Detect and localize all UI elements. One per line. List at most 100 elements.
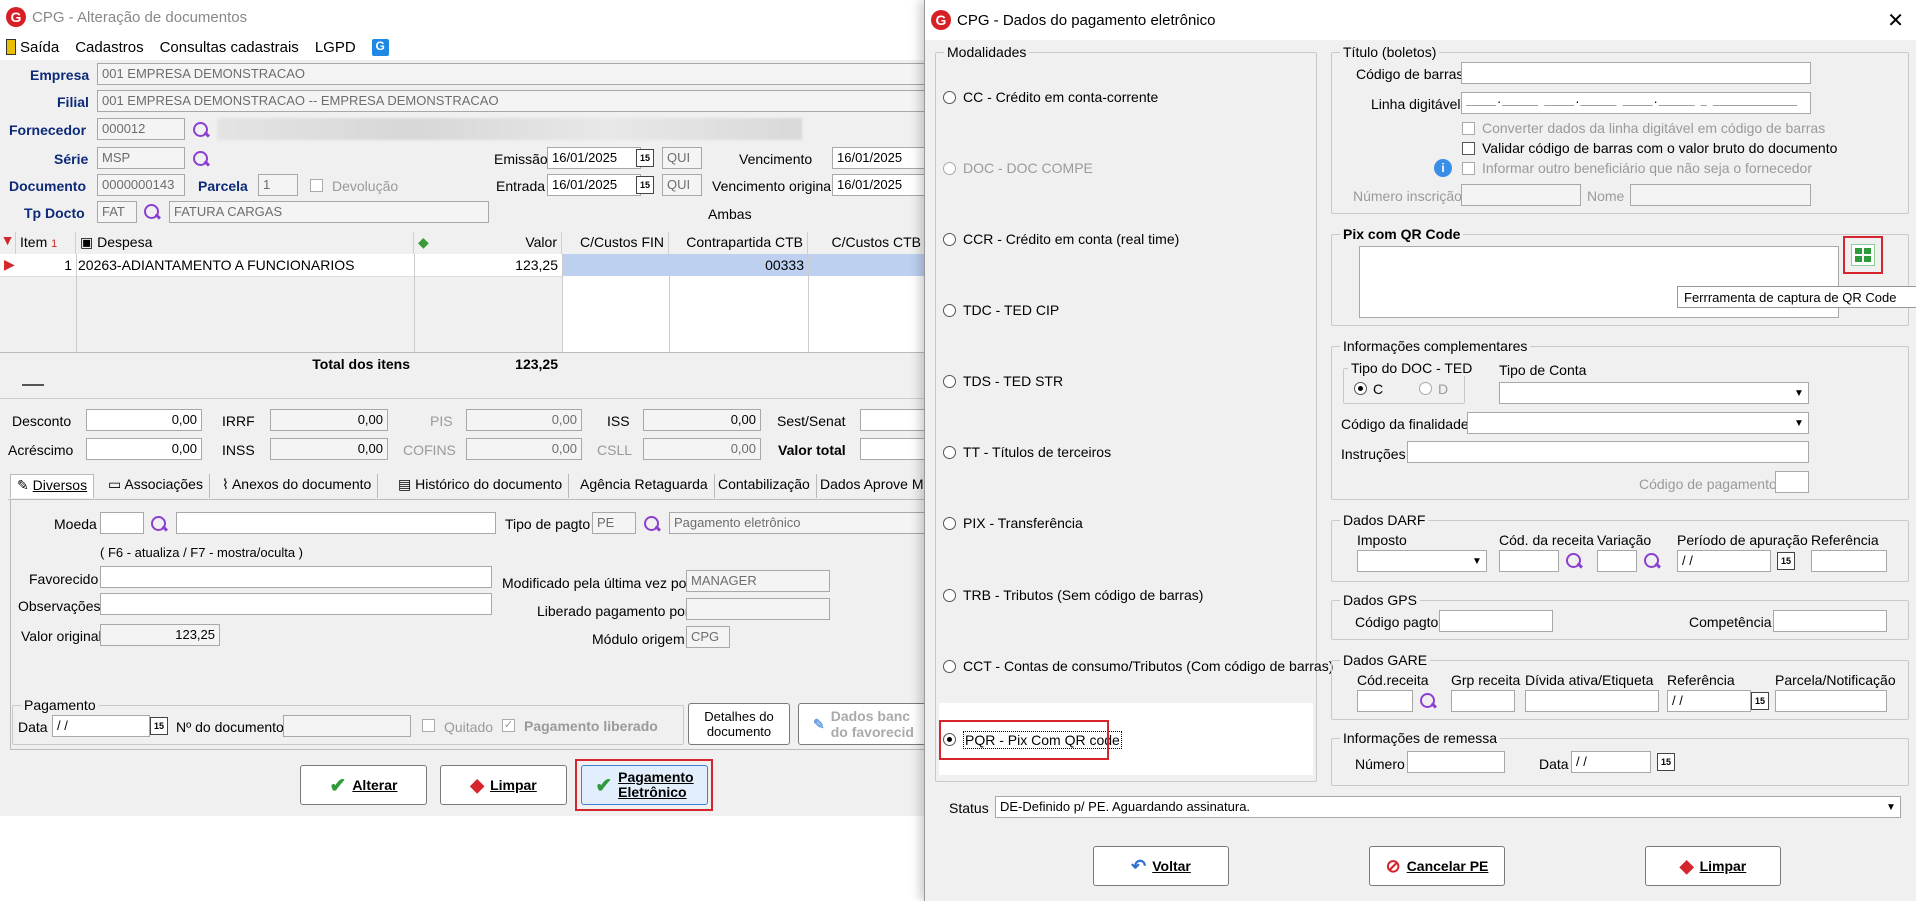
tipopagto-field[interactable]: PE — [592, 512, 636, 534]
modalidade-pix[interactable]: PIX - Transferência — [963, 515, 1083, 531]
filial-field[interactable]: 001 EMPRESA DEMONSTRACAO -- EMPRESA DEMO… — [97, 90, 926, 112]
observacoes-field[interactable] — [100, 593, 492, 615]
codpagto-field[interactable] — [1439, 610, 1553, 632]
moeda-search-icon[interactable] — [150, 515, 168, 533]
limpar-button[interactable]: ◆ Limpar — [440, 765, 567, 805]
validar-label[interactable]: Validar código de barras com o valor bru… — [1482, 140, 1837, 156]
inss-field[interactable]: 0,00 — [270, 438, 388, 460]
competencia-field[interactable] — [1773, 610, 1887, 632]
codbarras-field[interactable] — [1461, 62, 1811, 84]
alterar-button[interactable]: ✔ Alterar — [300, 765, 427, 805]
modalidade-tdc[interactable]: TDC - TED CIP — [963, 302, 1059, 318]
venc-original-field[interactable]: 16/01/2025 — [832, 174, 926, 196]
codfin-select[interactable]: ▼ — [1467, 412, 1809, 434]
data-field[interactable]: / / — [52, 715, 150, 737]
instrucoes-field[interactable] — [1407, 441, 1809, 463]
grid-header-ccustos-fin[interactable]: C/Custos FIN — [562, 232, 669, 254]
lgpd-icon[interactable]: G — [371, 38, 389, 56]
numero-field[interactable] — [1407, 751, 1505, 773]
gare-codrec-field[interactable] — [1357, 690, 1413, 712]
devolucao-checkbox[interactable] — [310, 179, 323, 192]
tab-associacoes[interactable]: ▭ Associações — [102, 474, 210, 498]
gare-codrec-search-icon[interactable] — [1419, 692, 1437, 710]
tab-diversos[interactable]: ✎ Diversos — [10, 474, 95, 498]
modalidade-trb-radio[interactable] — [943, 589, 956, 602]
documento-field[interactable]: 0000000143 — [97, 174, 185, 196]
gare-divida-field[interactable] — [1525, 690, 1659, 712]
gare-grp-field[interactable] — [1451, 690, 1515, 712]
periodo-field[interactable]: / / — [1677, 550, 1771, 572]
emissao-field[interactable]: 16/01/2025 — [547, 147, 641, 169]
codreceita-search-icon[interactable] — [1565, 552, 1583, 570]
fornecedor-field[interactable]: 000012 — [97, 118, 185, 140]
emissao-calendar-icon[interactable]: 15 — [636, 149, 654, 167]
modalidade-tt[interactable]: TT - Títulos de terceiros — [963, 444, 1111, 460]
codpag-field[interactable] — [1775, 471, 1809, 493]
favorecido-field[interactable] — [100, 566, 492, 588]
remessa-calendar-icon[interactable]: 15 — [1657, 753, 1675, 771]
tipo-c-label[interactable]: C — [1373, 381, 1383, 397]
modalidade-cc-radio[interactable] — [943, 91, 956, 104]
variacao-field[interactable] — [1597, 550, 1637, 572]
tab-agencia[interactable]: Agência Retaguarda — [574, 474, 715, 498]
modalidade-ccr-radio[interactable] — [943, 233, 956, 246]
voltar-button[interactable]: ↶ Voltar — [1093, 846, 1229, 886]
modalidade-trb[interactable]: TRB - Tributos (Sem código de barras) — [963, 587, 1203, 603]
sestsenat-field[interactable] — [860, 409, 926, 431]
tipopagto-search-icon[interactable] — [643, 515, 661, 533]
modalidade-pix-radio[interactable] — [943, 517, 956, 530]
imposto-select[interactable]: ▼ — [1357, 550, 1487, 572]
info-icon[interactable]: i — [1434, 159, 1452, 177]
gare-parcela-field[interactable] — [1775, 690, 1887, 712]
cancelar-pe-button[interactable]: ⊘ Cancelar PE — [1369, 846, 1505, 886]
modalidade-cct[interactable]: CCT - Contas de consumo/Tributos (Com có… — [963, 658, 1333, 674]
tab-anexos[interactable]: ⌇ Anexos do documento — [216, 474, 379, 498]
parcela-field[interactable]: 1 — [258, 174, 298, 196]
entrada-field[interactable]: 16/01/2025 — [547, 174, 641, 196]
entrada-calendar-icon[interactable]: 15 — [636, 176, 654, 194]
moeda-field[interactable] — [100, 512, 144, 534]
grid-header-contrapartida[interactable]: Contrapartida CTB — [669, 232, 808, 254]
table-row[interactable]: ▶ 1 20263-ADIANTAMENTO A FUNCIONARIOS 12… — [0, 254, 926, 276]
tpdocto-field[interactable]: FAT — [97, 201, 137, 223]
menu-lgpd[interactable]: LGPD — [315, 39, 356, 56]
status-select[interactable]: DE-Definido p/ PE. Aguardando assinatura… — [995, 796, 1901, 818]
menu-cadastros[interactable]: Cadastros — [75, 39, 143, 56]
irrf-field[interactable]: 0,00 — [270, 409, 388, 431]
grid-header-ccustos-ctb[interactable]: C/Custos CTB — [808, 232, 926, 254]
validar-checkbox[interactable] — [1462, 142, 1475, 155]
detalhes-button[interactable]: Detalhes do documento — [688, 703, 790, 745]
modalidade-cct-radio[interactable] — [943, 660, 956, 673]
linhadig-field[interactable]: _____.______ _____.______ _____.______ _… — [1461, 92, 1811, 114]
modalidade-cc[interactable]: CC - Crédito em conta-corrente — [963, 89, 1158, 105]
modalidade-tds-radio[interactable] — [943, 375, 956, 388]
modalidade-tdc-radio[interactable] — [943, 304, 956, 317]
menu-saida[interactable]: Saída — [20, 39, 59, 56]
variacao-search-icon[interactable] — [1643, 552, 1661, 570]
gare-ref-calendar-icon[interactable]: 15 — [1751, 692, 1769, 710]
tab-contabilizacao[interactable]: Contabilização — [712, 474, 817, 498]
tpdocto-search-icon[interactable] — [143, 203, 161, 221]
modalidade-ccr[interactable]: CCR - Crédito em conta (real time) — [963, 231, 1179, 247]
acrescimo-field[interactable]: 0,00 — [86, 438, 202, 460]
dialog-limpar-button[interactable]: ◆ Limpar — [1645, 846, 1781, 886]
gare-ref-field[interactable]: / / — [1667, 690, 1751, 712]
vencimento-field[interactable]: 16/01/2025 — [832, 147, 926, 169]
tipo-c-radio[interactable] — [1354, 382, 1367, 395]
serie-field[interactable]: MSP — [97, 147, 185, 169]
grid-header-despesa[interactable]: ▣ Despesa — [76, 232, 414, 254]
tab-historico[interactable]: ▤ Histórico do documento — [392, 474, 570, 498]
close-icon[interactable]: ✕ — [1887, 8, 1904, 33]
serie-search-icon[interactable] — [192, 150, 210, 168]
grid-header-valor[interactable]: ◆ Valor — [414, 232, 562, 254]
fornecedor-search-icon[interactable] — [192, 121, 210, 139]
tab-aprove[interactable]: Dados Aprove Me — [814, 474, 937, 498]
grid-header-item[interactable]: Item 1 — [16, 232, 76, 254]
tipoconta-select[interactable]: ▼ — [1499, 382, 1809, 404]
modalidade-tds[interactable]: TDS - TED STR — [963, 373, 1063, 389]
empresa-field[interactable]: 001 EMPRESA DEMONSTRACAO — [97, 63, 926, 85]
grid-splitter[interactable] — [22, 384, 44, 386]
iss-field[interactable]: 0,00 — [643, 409, 761, 431]
periodo-calendar-icon[interactable]: 15 — [1777, 552, 1795, 570]
data-calendar-icon[interactable]: 15 — [150, 717, 168, 735]
